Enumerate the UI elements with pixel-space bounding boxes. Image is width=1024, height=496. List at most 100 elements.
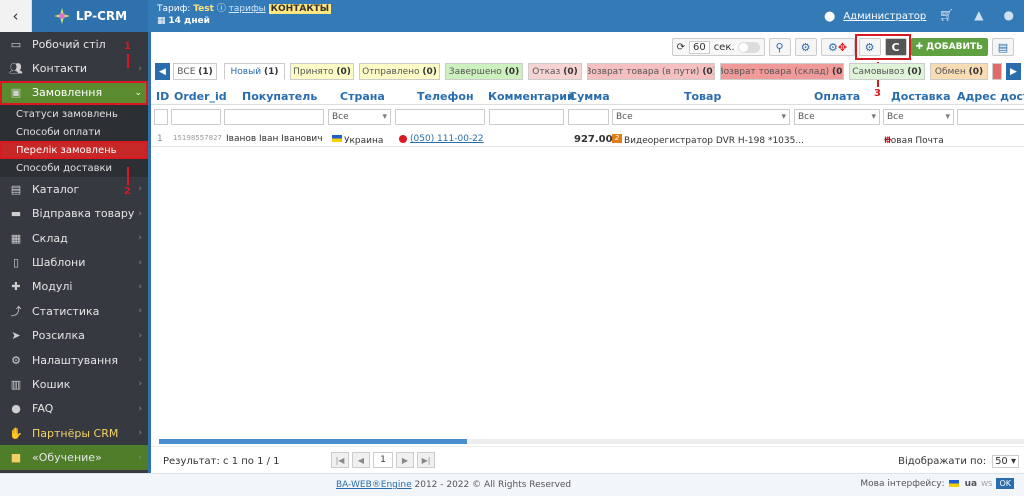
filter-order-id[interactable] (171, 109, 221, 125)
cart-icon[interactable]: 🛒︎ (939, 8, 954, 22)
page-number[interactable]: 1 (373, 452, 393, 468)
filter-product[interactable]: Все ▾ (612, 109, 790, 125)
info-icon[interactable]: ⓘ (217, 4, 226, 14)
col-buyer[interactable]: Покупатель (242, 90, 317, 103)
filter-address[interactable] (957, 109, 1024, 125)
per-page-value: 50 (995, 456, 1008, 467)
phone-link[interactable]: (050) 111-00-22 (410, 134, 484, 144)
refresh-icon[interactable]: ⟳ (677, 42, 685, 53)
filter-country[interactable]: Все ▾ (328, 109, 391, 125)
col-delivery[interactable]: Доставка (891, 90, 951, 103)
refresh-seconds[interactable]: 60 (688, 40, 710, 54)
sidebar-sub-order-list[interactable]: Перелік замовлень (0, 141, 148, 160)
sidebar-sub-payment-methods[interactable]: Способи оплати (0, 123, 148, 142)
ukraine-flag-icon (332, 135, 342, 142)
tab-sent[interactable]: Отправлено (0) (359, 63, 440, 80)
per-page-select[interactable]: 50 ▾ (992, 455, 1019, 468)
language-label: Мова інтерфейсу: (860, 478, 945, 489)
col-product[interactable]: Товар (684, 90, 721, 103)
user-menu[interactable]: ● Администратор (824, 9, 926, 24)
tab-all[interactable]: ВСЕ (1) (173, 63, 217, 80)
bell-icon[interactable]: ▲ (974, 8, 983, 22)
user-name[interactable]: Администратор (843, 11, 926, 22)
back-button[interactable]: ‹ (0, 0, 32, 32)
filter-buyer[interactable] (224, 109, 324, 125)
sidebar-item-modules[interactable]: ✚ Модулі › (0, 275, 148, 299)
c-letter-icon: C (891, 40, 900, 54)
tab-new[interactable]: Новый (1) (224, 63, 285, 80)
tab-accepted[interactable]: Принято (0) (290, 63, 354, 80)
desktop-icon: ▭ (10, 37, 22, 51)
sidebar-item-partners[interactable]: ✋ Партнёры CRM › (0, 421, 148, 445)
tab-pickup[interactable]: Самовывоз (0) (849, 63, 925, 80)
sidebar-item-orders[interactable]: ▣ Замовлення ⌄ (0, 80, 148, 106)
tabs-scroll-left[interactable]: ◀ (155, 63, 170, 80)
col-phone[interactable]: Телефон (417, 90, 474, 103)
columns-settings-button[interactable]: ⚙ (858, 38, 881, 56)
tab-return-warehouse[interactable]: Возврат товара (склад) (0) (720, 63, 844, 80)
status-tabs: ◀ ВСЕ (1) Новый (1) Принято (0) Отправле… (151, 62, 1024, 80)
sidebar-item-mailing[interactable]: ➤ Розсилка › (0, 324, 148, 348)
col-address[interactable]: Адрес достав (957, 90, 1024, 103)
info-circle-icon[interactable]: ● (1004, 8, 1014, 22)
prev-page-button[interactable]: ◀ (352, 452, 370, 468)
sidebar-item-settings[interactable]: ⚙ Налаштування › (0, 348, 148, 372)
contacts-link[interactable]: КОНТАКТЫ (268, 4, 332, 14)
col-country[interactable]: Страна (340, 90, 385, 103)
search-button[interactable]: ⚲ (768, 38, 791, 56)
tabs-scroll-right[interactable]: ▶ (1006, 63, 1021, 80)
add-button[interactable]: ✚ ДОБАВИТЬ (910, 38, 988, 56)
chevron-right-icon: › (138, 257, 142, 268)
sidebar-item-templates[interactable]: ▯ Шаблони › (0, 250, 148, 274)
tab-refused[interactable]: Отказ (0) (528, 63, 582, 80)
filter-phone[interactable] (395, 109, 485, 125)
filter-id[interactable] (154, 109, 168, 125)
brand-link[interactable]: BA-WEB®Engine (336, 480, 412, 490)
scrollbar-thumb[interactable] (159, 439, 467, 444)
filter-delivery[interactable]: Все ▾ (883, 109, 954, 125)
col-id[interactable]: ID (156, 90, 169, 103)
auto-refresh-toggle[interactable] (737, 41, 760, 53)
last-page-button[interactable]: ▶| (417, 452, 435, 468)
tab-completed[interactable]: Завершено (0) (445, 63, 523, 80)
export-button[interactable]: ▤ (992, 38, 1014, 56)
chevron-right-icon: › (138, 233, 142, 244)
logo-text: LP-CRM (75, 9, 128, 23)
tab-count: (1) (263, 66, 279, 77)
caret-down-icon: ▾ (781, 112, 786, 122)
language-code[interactable]: ua (965, 479, 977, 489)
settings-button[interactable]: ⚙ (794, 38, 817, 56)
sidebar-item-shipping[interactable]: ▬ Відправка товару › (0, 202, 148, 226)
tab-return-transit[interactable]: Возврат товара (в пути) (0) (587, 63, 715, 80)
sidebar-item-warehouse[interactable]: ▦ Склад › (0, 226, 148, 250)
refresh-control[interactable]: ⟳ 60 сек. (671, 38, 765, 56)
filter-sum[interactable] (568, 109, 609, 125)
tab-more[interactable] (992, 63, 1002, 80)
col-sum[interactable]: Сумма (569, 90, 610, 103)
sidebar-item-trash[interactable]: ▥ Кошик › (0, 372, 148, 396)
table-row[interactable]: 1 15198557827 Іванов Іван Іванович Украи… (151, 132, 1024, 147)
filter-comment[interactable] (489, 109, 564, 125)
nova-poshta-settings-button[interactable]: ⚙ ✥ (820, 38, 855, 56)
c-button[interactable]: C (884, 38, 907, 56)
sidebar-sub-order-statuses[interactable]: Статуси замовлень (0, 105, 148, 124)
sidebar-item-education[interactable]: ■ «Обучение» › (0, 445, 148, 470)
product-name: Видеорегистратор DVR H-198 *1035... (624, 136, 804, 146)
tab-exchange[interactable]: Обмен (0) (930, 63, 988, 80)
next-page-button[interactable]: ▶ (396, 452, 414, 468)
logo[interactable]: LP-CRM (32, 0, 148, 32)
cell-phone[interactable]: (050) 111-00-22 (399, 134, 484, 144)
first-page-button[interactable]: |◀ (331, 452, 349, 468)
col-payment[interactable]: Оплата (814, 90, 860, 103)
sidebar-item-statistics[interactable]: ⤴ Статистика › (0, 299, 148, 323)
sidebar-item-faq[interactable]: ● FAQ › (0, 397, 148, 421)
col-order-id[interactable]: Order_id (174, 90, 227, 103)
tariffs-link[interactable]: тарифы (229, 4, 266, 14)
sidebar-item-contacts[interactable]: 👥︎ Контакти › (0, 56, 148, 80)
filter-payment[interactable]: Все ▾ (794, 109, 880, 125)
horizontal-scrollbar[interactable] (159, 439, 1024, 444)
col-comment[interactable]: Комментарий (488, 90, 575, 103)
language-switch: Мова інтерфейсу: ua WS OK (860, 478, 1014, 489)
vodafone-icon (399, 134, 407, 143)
sidebar-sub-delivery-methods[interactable]: Способи доставки (0, 159, 148, 178)
